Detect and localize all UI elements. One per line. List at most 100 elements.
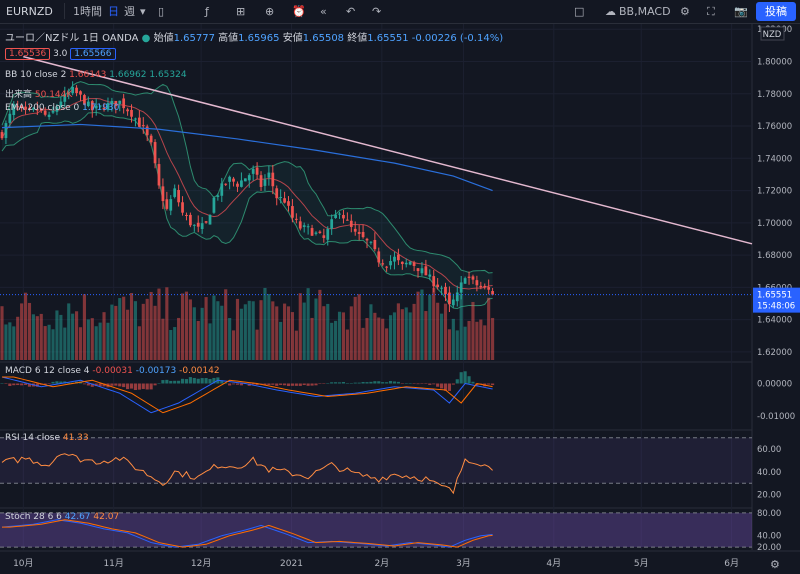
volume-bar (161, 318, 165, 360)
fullscreen-icon[interactable]: ⛶ (707, 4, 715, 19)
volume-bar (443, 303, 448, 360)
volume-bar (98, 322, 102, 360)
candle-body (232, 178, 235, 182)
candle-body (432, 276, 436, 287)
undo-icon[interactable]: ↶ (346, 4, 355, 19)
redo-icon[interactable]: ↷ (372, 4, 381, 19)
rsi-tick-label: 60.00 (757, 445, 781, 455)
volume-bar (275, 306, 279, 360)
candle-body (302, 225, 306, 227)
price-tick-label: 1.78000 (757, 90, 792, 100)
volume-bar (20, 303, 24, 360)
macd-histogram-bar (396, 381, 400, 384)
macd-histogram-bar (349, 383, 353, 384)
toolbar-divider (64, 3, 65, 19)
candle-body (134, 118, 137, 120)
volume-bar (231, 330, 236, 360)
macd-histogram-bar (428, 383, 432, 385)
ask-price[interactable]: 1.65566 (70, 48, 116, 60)
symbol-search[interactable]: EURNZD (6, 4, 53, 19)
volume-bar (16, 316, 20, 360)
macd-histogram-bar (208, 378, 212, 384)
macd-histogram-bar (67, 382, 71, 384)
volume-bar (475, 321, 479, 360)
bar-countdown-label: 15:48:06 (757, 302, 795, 312)
templates-icon[interactable]: ⊞ (236, 4, 245, 19)
layout-icon[interactable]: □ (574, 4, 584, 19)
volume-bar (149, 291, 153, 360)
macd-histogram-bar (467, 376, 471, 384)
volume-bar (23, 292, 28, 360)
volume-bar (94, 326, 98, 360)
macd-histogram-bar (334, 382, 338, 384)
candle-body (326, 228, 330, 240)
bid-price[interactable]: 1.65536 (5, 48, 51, 60)
volume-bar (86, 319, 90, 360)
volume-bar (483, 325, 487, 360)
volume-bar (322, 306, 326, 360)
macd-histogram-bar (392, 381, 397, 384)
volume-bar (341, 312, 346, 360)
indicators-icon[interactable]: ƒ (205, 4, 209, 19)
candle-body (126, 109, 129, 112)
interval-day-button[interactable]: 日 (108, 4, 119, 19)
low-label: 安値 (282, 33, 303, 44)
volume-bar (173, 327, 177, 360)
alert-icon[interactable]: ⏰ (292, 4, 306, 19)
main-legend: ユーロ／NZドル 1日 OANDA ● 始値1.65777 高値1.65965 … (5, 29, 503, 44)
candle-body (243, 178, 247, 182)
volume-bar (408, 312, 412, 360)
macd-histogram-bar (55, 381, 59, 384)
post-button[interactable]: 投稿 (756, 2, 796, 21)
macd-histogram-bar (200, 378, 204, 384)
macd-legend-name: MACD 6 12 close 4 (5, 366, 90, 376)
candle-body (412, 262, 416, 266)
chevron-down-icon[interactable]: ▾ (140, 4, 146, 19)
macd-histogram-bar (412, 383, 416, 384)
volume-bar (345, 329, 349, 360)
candle-body (349, 220, 353, 227)
volume-bar (157, 288, 161, 360)
price-tick-label: 1.80000 (757, 57, 792, 67)
candle-body (353, 228, 357, 232)
bb-upper-value: 1.66962 (109, 70, 147, 80)
interval-week-button[interactable]: 週 (124, 4, 135, 19)
volume-bar (212, 295, 216, 360)
volume-bar (491, 317, 495, 360)
candle-body (189, 214, 192, 226)
candle-body (294, 218, 298, 220)
volume-bar (102, 312, 106, 360)
macd-histogram-bar (114, 383, 118, 386)
replay-icon[interactable]: « (320, 4, 327, 19)
source-text: OANDA (102, 33, 139, 44)
interval-1h-button[interactable]: 1時間 (73, 4, 102, 19)
candle-body (428, 274, 432, 277)
volume-bar (90, 318, 94, 360)
macd-histogram-bar (314, 383, 318, 386)
candle-style-icon[interactable]: ▯ (158, 4, 164, 19)
price-tick-label: 1.72000 (757, 187, 792, 197)
macd-histogram-bar (357, 382, 361, 384)
compare-icon[interactable]: ⊕ (265, 4, 274, 19)
macd-histogram-bar (326, 383, 330, 384)
camera-icon[interactable]: 📷 (734, 4, 748, 19)
macd-histogram-bar (188, 377, 192, 384)
candle-body (192, 224, 196, 226)
indicators-label[interactable]: BB,MACD (619, 4, 671, 19)
candle-body (467, 276, 471, 278)
macd-histogram-bar (408, 383, 412, 384)
volume-bar (290, 312, 294, 360)
candle-body (306, 226, 310, 228)
stoch-tick-label: 40.00 (757, 532, 781, 542)
macd-histogram-bar (286, 383, 291, 387)
macd-histogram-bar (451, 383, 455, 385)
candle-body (204, 221, 208, 223)
settings-gear-icon[interactable]: ⚙ (680, 4, 690, 19)
chart-canvas[interactable]: 1.820001.800001.780001.760001.740001.720… (0, 24, 800, 574)
axis-settings-gear-icon[interactable]: ⚙ (770, 558, 780, 571)
volume-bar (165, 287, 169, 360)
volume-bar (235, 298, 240, 360)
rsi-legend: RSI 14 close 41.33 (5, 433, 89, 443)
price-tick-label: 1.62000 (757, 348, 792, 358)
macd-histogram-bar (294, 383, 298, 386)
